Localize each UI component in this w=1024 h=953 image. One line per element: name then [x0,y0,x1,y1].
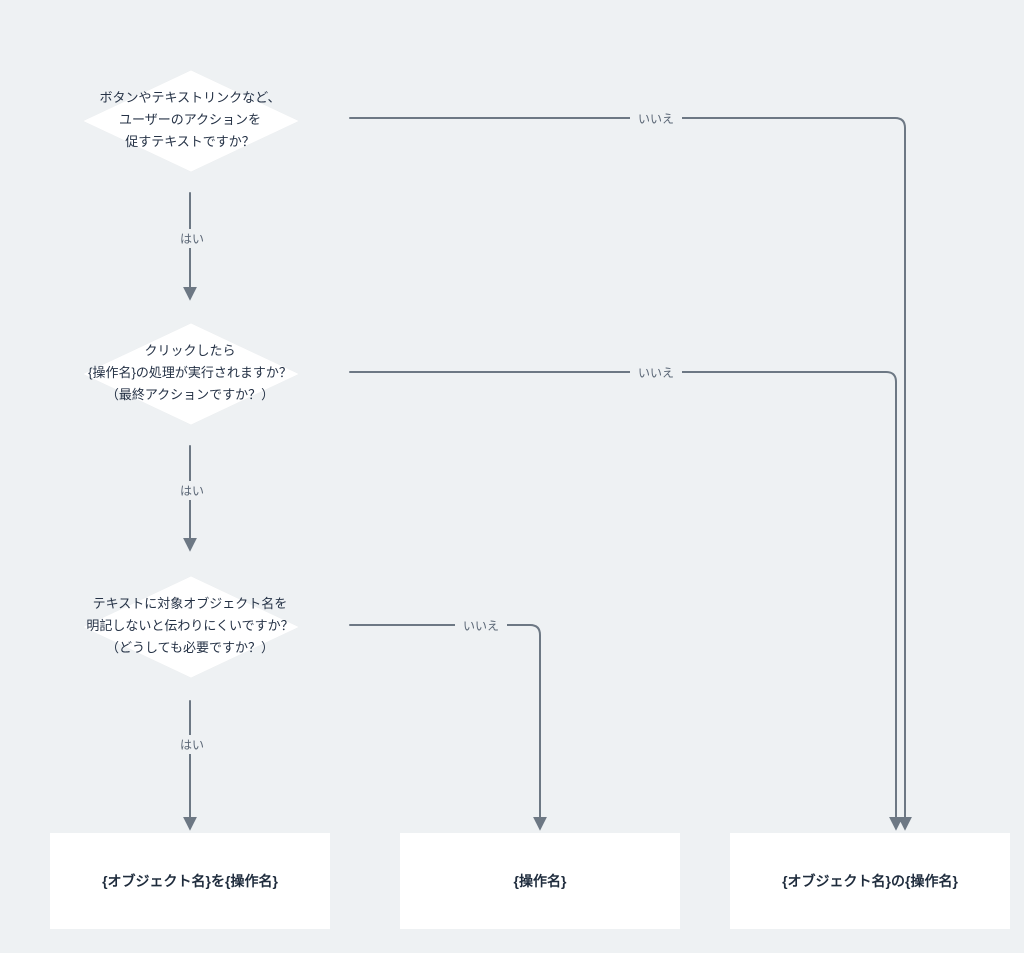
decision-is-final-action: クリックしたら {操作名}の処理が実行されますか？ （最終アクションですか？） [30,298,350,448]
decision-is-action-prompt: ボタンやテキストリンクなど、 ユーザーのアクションを 促すテキストですか？ [30,45,350,195]
decision-3-label: テキストに対象オブジェクト名を 明記しないと伝わりにくいですか？ （どうしても必… [30,551,350,701]
edge-label-no-1: いいえ [630,109,682,128]
edge-label-no-3: いいえ [455,616,507,635]
decision-needs-object-name: テキストに対象オブジェクト名を 明記しないと伝わりにくいですか？ （どうしても必… [30,551,350,701]
terminal-operation-only: {操作名} [400,833,680,929]
decision-2-label: クリックしたら {操作名}の処理が実行されますか？ （最終アクションですか？） [30,298,350,448]
edge-label-no-2: いいえ [630,363,682,382]
decision-1-label: ボタンやテキストリンクなど、 ユーザーのアクションを 促すテキストですか？ [30,45,350,195]
edge-label-yes-2: はい [172,481,212,500]
terminal-object-no-operation: {オブジェクト名}の{操作名} [730,833,1010,929]
terminal-object-wo-operation: {オブジェクト名}を{操作名} [50,833,330,929]
edge-label-yes-3: はい [172,735,212,754]
edge-label-yes-1: はい [172,229,212,248]
flowchart-stage: ボタンやテキストリンクなど、 ユーザーのアクションを 促すテキストですか？ クリ… [0,0,1024,953]
